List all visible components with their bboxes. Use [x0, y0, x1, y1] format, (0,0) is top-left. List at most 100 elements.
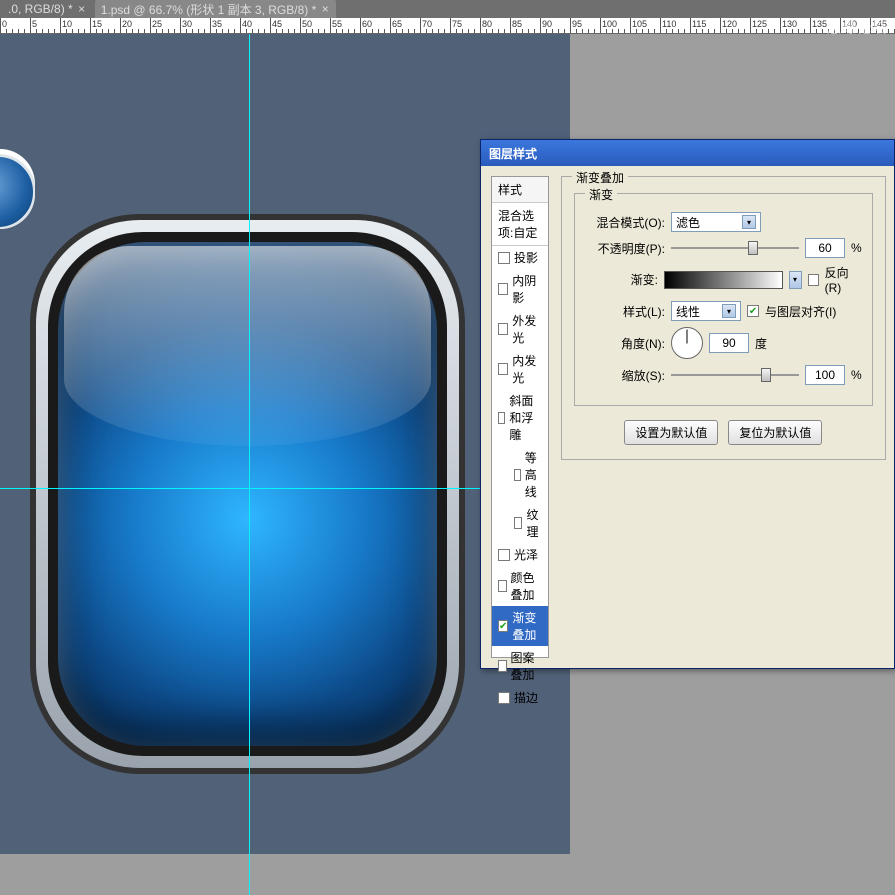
ruler-tick-label: 10 — [62, 19, 72, 29]
opacity-label: 不透明度(P): — [585, 240, 665, 257]
align-label: 与图层对齐(I) — [765, 303, 836, 320]
tab-label: 1.psd @ 66.7% (形状 1 副本 3, RGB/8) * — [101, 1, 317, 18]
document-tab-0[interactable]: .0, RGB/8) * × — [2, 1, 93, 17]
layer-style-dialog: 图层样式 样式 混合选项:自定 投影内阴影外发光内发光斜面和浮雕等高线纹理光泽颜… — [480, 139, 895, 669]
style-checkbox[interactable] — [498, 283, 508, 295]
close-icon[interactable]: × — [320, 4, 330, 14]
style-checkbox[interactable] — [514, 517, 522, 529]
tab-label: .0, RGB/8) * — [8, 2, 73, 16]
scale-input[interactable] — [805, 365, 845, 385]
reset-default-button[interactable]: 复位为默认值 — [728, 420, 822, 445]
style-item-6[interactable]: 纹理 — [492, 503, 548, 543]
style-item-label: 图案叠加 — [511, 649, 542, 683]
blend-mode-label: 混合模式(O): — [585, 214, 665, 231]
style-item-9[interactable]: ✔ 渐变叠加 — [492, 606, 548, 646]
ruler-tick-label: 85 — [512, 19, 522, 29]
gradient-subgroup: 渐变 混合模式(O): 滤色 ▾ 不透明度(P): — [574, 193, 873, 406]
align-checkbox[interactable]: ✔ — [747, 305, 759, 317]
chevron-down-icon: ▾ — [722, 304, 736, 318]
ruler-tick-label: 125 — [752, 19, 767, 29]
dialog-title[interactable]: 图层样式 — [481, 140, 894, 166]
ruler-tick-label: 120 — [722, 19, 737, 29]
style-value: 线性 — [676, 303, 700, 320]
blend-options-item[interactable]: 混合选项:自定 — [492, 203, 548, 246]
ruler-tick-label: 65 — [392, 19, 402, 29]
angle-input[interactable] — [709, 333, 749, 353]
style-item-label: 斜面和浮雕 — [509, 392, 542, 443]
horizontal-ruler[interactable]: 0510152025303540455055606570758085909510… — [0, 18, 895, 34]
ruler-tick-label: 5 — [32, 19, 37, 29]
style-checkbox[interactable] — [498, 363, 508, 375]
ruler-tick-label: 70 — [422, 19, 432, 29]
ruler-tick-label: 35 — [212, 19, 222, 29]
style-checkbox[interactable] — [498, 660, 507, 672]
style-checkbox[interactable] — [498, 549, 510, 561]
angle-label: 角度(N): — [585, 335, 665, 352]
ruler-tick-label: 25 — [152, 19, 162, 29]
style-checkbox[interactable]: ✔ — [498, 620, 508, 632]
style-checkbox[interactable] — [498, 580, 507, 592]
styles-header[interactable]: 样式 — [492, 177, 548, 203]
style-item-5[interactable]: 等高线 — [492, 446, 548, 503]
ruler-tick-label: 130 — [782, 19, 797, 29]
blend-mode-value: 滤色 — [676, 214, 700, 231]
styles-list-panel: 样式 混合选项:自定 投影内阴影外发光内发光斜面和浮雕等高线纹理光泽颜色叠加 ✔ 渐… — [491, 176, 549, 658]
ruler-tick-label: 95 — [572, 19, 582, 29]
ruler-tick-label: 115 — [692, 19, 706, 29]
style-checkbox[interactable] — [498, 412, 505, 424]
style-item-label: 等高线 — [525, 449, 542, 500]
opacity-input[interactable] — [805, 238, 845, 258]
chevron-down-icon[interactable]: ▾ — [789, 271, 802, 289]
style-label: 样式(L): — [585, 303, 665, 320]
style-item-7[interactable]: 光泽 — [492, 543, 548, 566]
artwork-shape — [30, 214, 465, 774]
style-item-0[interactable]: 投影 — [492, 246, 548, 269]
gradient-preview[interactable] — [664, 271, 783, 289]
ruler-tick-label: 40 — [242, 19, 252, 29]
style-item-label: 投影 — [514, 249, 538, 266]
close-icon[interactable]: × — [77, 4, 87, 14]
ruler-tick-label: 50 — [302, 19, 312, 29]
document-tabs-bar: .0, RGB/8) * × 1.psd @ 66.7% (形状 1 副本 3,… — [0, 0, 895, 18]
style-checkbox[interactable] — [498, 323, 508, 335]
group-legend: 渐变叠加 — [572, 169, 628, 186]
reverse-label: 反向(R) — [825, 264, 862, 295]
ruler-tick-label: 90 — [542, 19, 552, 29]
style-checkbox[interactable] — [498, 692, 510, 704]
scale-label: 缩放(S): — [585, 367, 665, 384]
style-item-2[interactable]: 外发光 — [492, 309, 548, 349]
ruler-tick-label: 110 — [662, 19, 676, 29]
ruler-tick-label: 30 — [182, 19, 192, 29]
style-checkbox[interactable] — [514, 469, 521, 481]
percent-label: % — [851, 368, 862, 382]
style-item-4[interactable]: 斜面和浮雕 — [492, 389, 548, 446]
style-item-label: 渐变叠加 — [512, 609, 542, 643]
scale-slider[interactable] — [671, 366, 799, 384]
style-item-1[interactable]: 内阴影 — [492, 269, 548, 309]
ruler-tick-label: 135 — [812, 19, 827, 29]
canvas-area[interactable]: 图层样式 样式 混合选项:自定 投影内阴影外发光内发光斜面和浮雕等高线纹理光泽颜… — [0, 34, 895, 895]
opacity-slider[interactable] — [671, 239, 799, 257]
ruler-tick-label: 0 — [2, 19, 7, 29]
document-tab-1[interactable]: 1.psd @ 66.7% (形状 1 副本 3, RGB/8) * × — [95, 0, 337, 19]
style-item-3[interactable]: 内发光 — [492, 349, 548, 389]
reverse-checkbox[interactable] — [808, 274, 819, 286]
gradient-overlay-group: 渐变叠加 渐变 混合模式(O): 滤色 ▾ 不透明度(P): — [561, 176, 886, 460]
ruler-tick-label: 55 — [332, 19, 342, 29]
vertical-guide[interactable] — [249, 34, 250, 895]
percent-label: % — [851, 241, 862, 255]
blend-mode-select[interactable]: 滤色 ▾ — [671, 212, 761, 232]
ruler-tick-label: 20 — [122, 19, 132, 29]
style-item-10[interactable]: 图案叠加 — [492, 646, 548, 686]
style-item-label: 描边 — [514, 689, 538, 706]
gradient-label: 渐变: — [585, 271, 658, 288]
angle-dial[interactable] — [671, 327, 703, 359]
style-checkbox[interactable] — [498, 252, 510, 264]
style-item-8[interactable]: 颜色叠加 — [492, 566, 548, 606]
ruler-tick-label: 105 — [632, 19, 647, 29]
chevron-down-icon: ▾ — [742, 215, 756, 229]
make-default-button[interactable]: 设置为默认值 — [624, 420, 718, 445]
style-select[interactable]: 线性 ▾ — [671, 301, 741, 321]
subgroup-legend: 渐变 — [585, 186, 617, 203]
style-item-11[interactable]: 描边 — [492, 686, 548, 709]
